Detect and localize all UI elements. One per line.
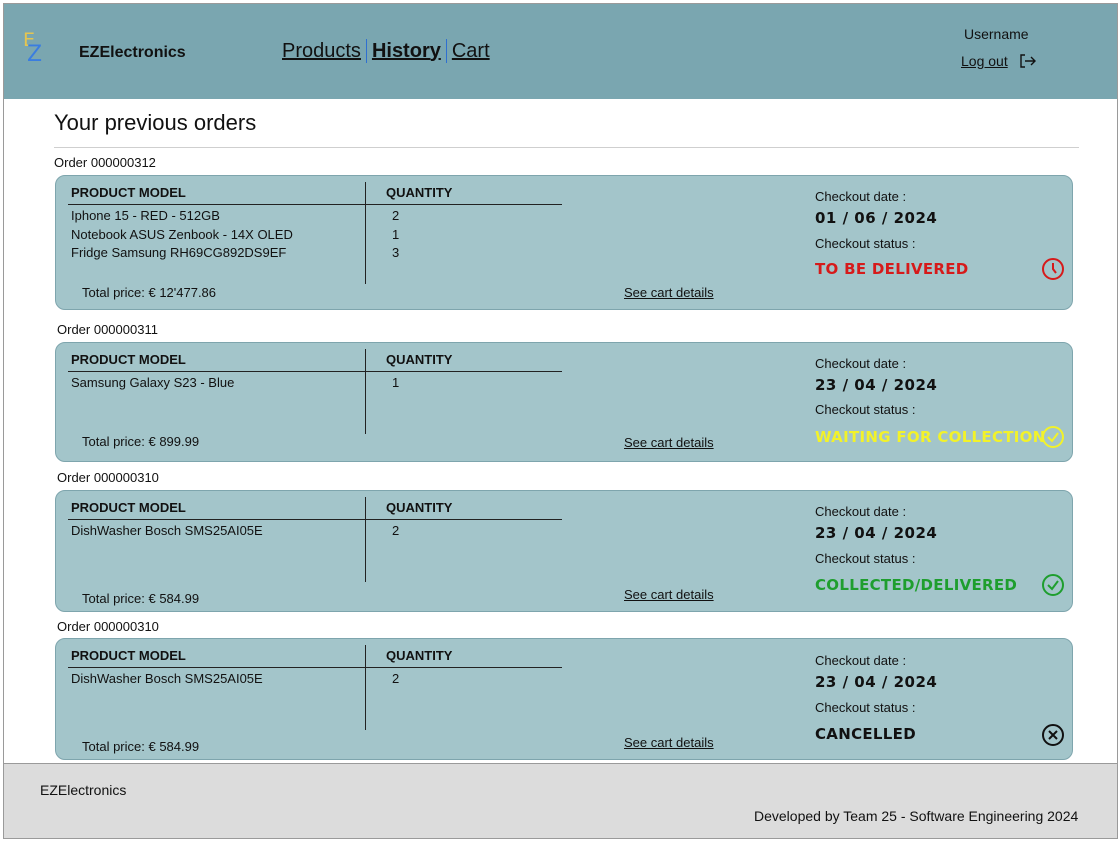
main-nav: Products History Cart (282, 39, 490, 63)
product-list: DishWasher Bosch SMS25AI05E (71, 522, 263, 541)
list-item: Notebook ASUS Zenbook - 14X OLED (71, 226, 293, 242)
order-number: Order 000000311 (57, 322, 158, 337)
column-header-product: PRODUCT MODEL (71, 352, 186, 367)
checkout-status: COLLECTED/DELIVERED (815, 576, 1018, 594)
table-header-rule (68, 519, 562, 520)
column-header-product: PRODUCT MODEL (71, 185, 186, 200)
page-title: Your previous orders (54, 110, 257, 135)
checkout-date: 23 / 04 / 2024 (815, 673, 938, 691)
nav-cart[interactable]: Cart (452, 40, 490, 63)
total-price: Total price: € 584.99 (82, 591, 200, 606)
footer: EZElectronics Developed by Team 25 - Sof… (4, 763, 1117, 838)
table-column-rule (365, 497, 366, 582)
see-cart-details-link[interactable]: See cart details (624, 735, 714, 750)
checkout-status: TO BE DELIVERED (815, 260, 969, 278)
product-list: DishWasher Bosch SMS25AI05E (71, 670, 263, 689)
checkout-status-label: Checkout status : (815, 551, 916, 566)
check-circle-icon (1041, 425, 1065, 449)
column-header-product: PRODUCT MODEL (71, 500, 186, 515)
table-column-rule (365, 182, 366, 284)
quantity-list: 2 1 3 (392, 207, 399, 263)
logo-letter-z: Z (27, 42, 43, 67)
list-item: DishWasher Bosch SMS25AI05E (71, 523, 263, 538)
page-frame: E Z EZElectronics Products History Cart … (3, 3, 1118, 839)
total-price: Total price: € 899.99 (82, 434, 200, 449)
nav-products[interactable]: Products (282, 40, 361, 63)
total-price: Total price: € 12'477.86 (82, 285, 217, 300)
header: E Z EZElectronics Products History Cart … (4, 4, 1117, 99)
see-cart-details-link[interactable]: See cart details (624, 435, 714, 450)
title-divider (54, 147, 1079, 148)
checkout-status-label: Checkout status : (815, 402, 916, 417)
checkout-status-label: Checkout status : (815, 700, 916, 715)
list-item: Iphone 15 - RED - 512GB (71, 208, 220, 223)
column-header-quantity: QUANTITY (386, 648, 453, 663)
order-number: Order 000000310 (57, 470, 159, 485)
logout-label: Log out (961, 53, 1008, 69)
checkout-status: WAITING FOR COLLECTION (815, 428, 1046, 446)
checkout-date: 01 / 06 / 2024 (815, 209, 938, 227)
check-circle-icon (1041, 573, 1065, 597)
checkout-status: CANCELLED (815, 725, 916, 743)
list-item: 2 (392, 671, 400, 686)
table-header-rule (68, 371, 562, 372)
nav-divider (365, 39, 367, 63)
table-header-rule (68, 667, 562, 668)
brand-name: EZElectronics (79, 44, 186, 61)
list-item: 2 (392, 208, 400, 223)
footer-credit: Developed by Team 25 - Software Engineer… (754, 808, 1079, 824)
checkout-date-label: Checkout date : (815, 504, 907, 519)
footer-brand: EZElectronics (40, 782, 127, 798)
product-list: Samsung Galaxy S23 - Blue (71, 374, 234, 393)
checkout-date-label: Checkout date : (815, 189, 907, 204)
nav-history[interactable]: History (372, 40, 441, 63)
order-card: PRODUCT MODEL QUANTITY Iphone 15 - RED -… (55, 175, 1073, 310)
list-item: 3 (392, 245, 400, 260)
order-card: PRODUCT MODEL QUANTITY Samsung Galaxy S2… (55, 342, 1073, 462)
checkout-date-label: Checkout date : (815, 653, 907, 668)
username: Username (964, 26, 1029, 42)
nav-divider (445, 39, 447, 63)
clock-icon (1041, 257, 1065, 281)
quantity-list: 2 (392, 522, 399, 541)
order-card: PRODUCT MODEL QUANTITY DishWasher Bosch … (55, 638, 1073, 760)
cancel-circle-icon (1041, 723, 1065, 747)
logout-icon[interactable] (1018, 53, 1038, 69)
list-item: 1 (392, 226, 400, 242)
product-list: Iphone 15 - RED - 512GB Notebook ASUS Ze… (71, 207, 293, 263)
table-column-rule (365, 349, 366, 434)
checkout-date: 23 / 04 / 2024 (815, 524, 938, 542)
checkout-status-label: Checkout status : (815, 236, 916, 251)
order-card: PRODUCT MODEL QUANTITY DishWasher Bosch … (55, 490, 1073, 612)
list-item: 2 (392, 523, 400, 538)
column-header-quantity: QUANTITY (386, 352, 453, 367)
checkout-date-label: Checkout date : (815, 356, 907, 371)
list-item: Fridge Samsung RH69CG892DS9EF (71, 245, 287, 260)
logout-link[interactable]: Log out (961, 53, 1038, 69)
list-item: 1 (392, 375, 400, 390)
order-number: Order 000000312 (54, 155, 156, 170)
checkout-date: 23 / 04 / 2024 (815, 376, 938, 394)
list-item: DishWasher Bosch SMS25AI05E (71, 671, 263, 686)
column-header-product: PRODUCT MODEL (71, 648, 186, 663)
logo[interactable]: E Z (21, 31, 49, 67)
total-price: Total price: € 584.99 (82, 739, 200, 754)
table-column-rule (365, 645, 366, 730)
list-item: Samsung Galaxy S23 - Blue (71, 375, 235, 390)
column-header-quantity: QUANTITY (386, 185, 453, 200)
quantity-list: 1 (392, 374, 399, 393)
table-header-rule (68, 204, 562, 205)
order-number: Order 000000310 (57, 619, 159, 634)
quantity-list: 2 (392, 670, 399, 689)
column-header-quantity: QUANTITY (386, 500, 453, 515)
see-cart-details-link[interactable]: See cart details (624, 285, 714, 300)
see-cart-details-link[interactable]: See cart details (624, 587, 714, 602)
